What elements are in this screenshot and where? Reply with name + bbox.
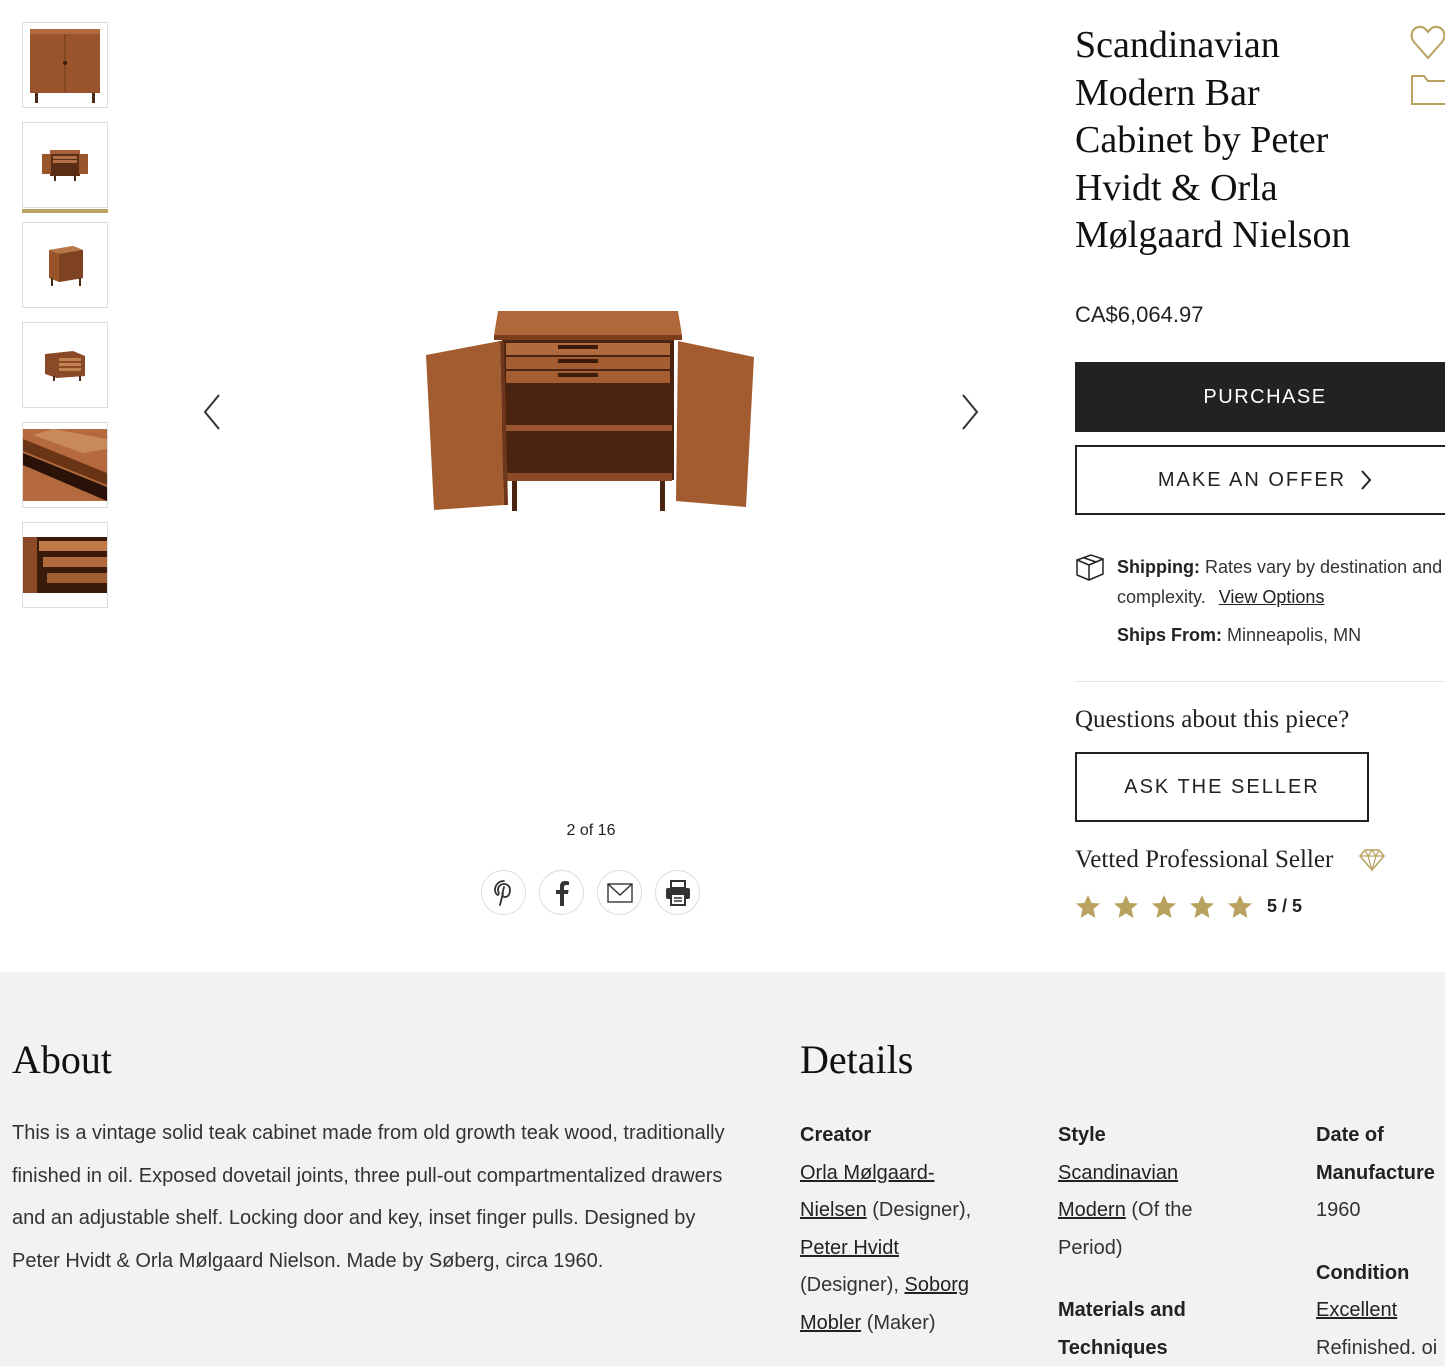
favorite-button[interactable] bbox=[1410, 22, 1445, 62]
thumbnail-1[interactable] bbox=[22, 22, 108, 108]
share-pinterest-button[interactable] bbox=[481, 870, 526, 915]
details-style: Style Scandinavian Modern (Of the Period… bbox=[1058, 1117, 1238, 1366]
creator-role: (Maker) bbox=[866, 1311, 936, 1334]
drawers-open-image bbox=[23, 537, 107, 593]
details-date: Date of Manufacture 1960 Condition Excel… bbox=[1316, 1117, 1445, 1366]
item-actions bbox=[1410, 22, 1445, 112]
cabinet-angle-image bbox=[49, 246, 83, 286]
drawer-detail-image bbox=[23, 429, 107, 501]
details-creator: Creator Orla Mølgaard-Nielsen (Designer)… bbox=[800, 1117, 1000, 1342]
rating-value: 5 / 5 bbox=[1267, 896, 1303, 916]
vetted-seller-label: Vetted Professional Seller bbox=[1075, 846, 1334, 873]
about-text: This is a vintage solid teak cabinet mad… bbox=[12, 1122, 725, 1272]
thumbnail-4[interactable] bbox=[22, 322, 108, 408]
condition-label: Condition bbox=[1316, 1261, 1410, 1284]
share-bar bbox=[481, 870, 700, 915]
save-to-folder-button[interactable] bbox=[1410, 72, 1445, 112]
facebook-icon bbox=[555, 880, 569, 906]
chevron-right-icon bbox=[1361, 470, 1372, 490]
materials-label: Materials and Techniques bbox=[1058, 1299, 1186, 1359]
make-offer-label: MAKE AN OFFER bbox=[1157, 468, 1347, 491]
previous-image-button[interactable] bbox=[197, 388, 227, 436]
about-heading: About bbox=[12, 1037, 112, 1082]
product-price: CA$6,064.97 bbox=[1075, 302, 1204, 327]
thumbnail-6[interactable] bbox=[22, 522, 108, 608]
email-icon bbox=[606, 882, 633, 903]
make-offer-button[interactable]: MAKE AN OFFER bbox=[1075, 445, 1445, 515]
share-email-button[interactable] bbox=[597, 870, 642, 915]
ask-seller-button[interactable]: ASK THE SELLER bbox=[1075, 752, 1369, 822]
star-icon bbox=[1114, 895, 1138, 918]
style-label: Style bbox=[1058, 1124, 1106, 1146]
star-icon bbox=[1076, 895, 1100, 918]
star-icon bbox=[1228, 895, 1252, 918]
folder-icon bbox=[1411, 75, 1445, 105]
main-product-image[interactable] bbox=[420, 305, 760, 520]
diamond-icon[interactable] bbox=[1359, 848, 1385, 872]
purchase-button[interactable]: PURCHASE bbox=[1075, 362, 1445, 432]
chevron-right-icon bbox=[962, 394, 979, 430]
creator-label: Creator bbox=[800, 1124, 872, 1146]
print-icon bbox=[665, 879, 690, 906]
heart-icon bbox=[1410, 25, 1445, 60]
chevron-left-icon bbox=[203, 394, 220, 430]
thumbnail-list bbox=[22, 22, 108, 622]
about-details-section: About This is a vintage solid teak cabin… bbox=[0, 972, 1445, 1366]
creator-link-peter[interactable]: Peter Hvidt bbox=[800, 1237, 899, 1259]
shipping-label: Shipping: bbox=[1117, 557, 1200, 577]
cabinet-image bbox=[426, 311, 754, 511]
thumbnail-2[interactable] bbox=[22, 122, 108, 213]
date-value: 1960 bbox=[1316, 1199, 1361, 1221]
pinterest-icon bbox=[493, 879, 511, 906]
share-print-button[interactable] bbox=[655, 870, 700, 915]
image-counter: 2 of 16 bbox=[566, 822, 616, 839]
star-icon bbox=[1152, 895, 1176, 918]
star-icon bbox=[1190, 895, 1214, 918]
cabinet-open-image bbox=[42, 150, 88, 181]
share-facebook-button[interactable] bbox=[539, 870, 584, 915]
divider bbox=[1075, 681, 1445, 682]
next-image-button[interactable] bbox=[955, 388, 985, 436]
product-title: Scandinavian Modern Bar Cabinet by Peter… bbox=[1075, 24, 1351, 256]
questions-heading: Questions about this piece? bbox=[1075, 706, 1350, 733]
shipping-info: Shipping: Rates vary by destination and … bbox=[1075, 552, 1445, 646]
ships-from-label: Ships From: bbox=[1117, 625, 1223, 645]
ships-from-value: Minneapolis, MN bbox=[1227, 625, 1362, 645]
seller-rating[interactable]: 5 / 5 bbox=[1075, 894, 1302, 919]
condition-note: Refinished. oi bbox=[1316, 1336, 1438, 1359]
cabinet-front-image bbox=[30, 29, 100, 103]
cabinet-drawers-image bbox=[45, 351, 85, 381]
creator-role: (Designer), bbox=[800, 1274, 899, 1296]
thumbnail-3[interactable] bbox=[22, 222, 108, 308]
date-label: Date of Manufacture bbox=[1316, 1124, 1435, 1184]
product-info: Scandinavian Modern Bar Cabinet by Peter… bbox=[1075, 22, 1445, 260]
condition-link[interactable]: Excellent bbox=[1316, 1299, 1397, 1321]
details-heading: Details bbox=[800, 1037, 914, 1082]
view-options-link[interactable]: View Options bbox=[1219, 587, 1325, 607]
package-icon bbox=[1076, 554, 1104, 581]
thumbnail-5[interactable] bbox=[22, 422, 108, 508]
creator-role: (Designer), bbox=[872, 1199, 972, 1221]
